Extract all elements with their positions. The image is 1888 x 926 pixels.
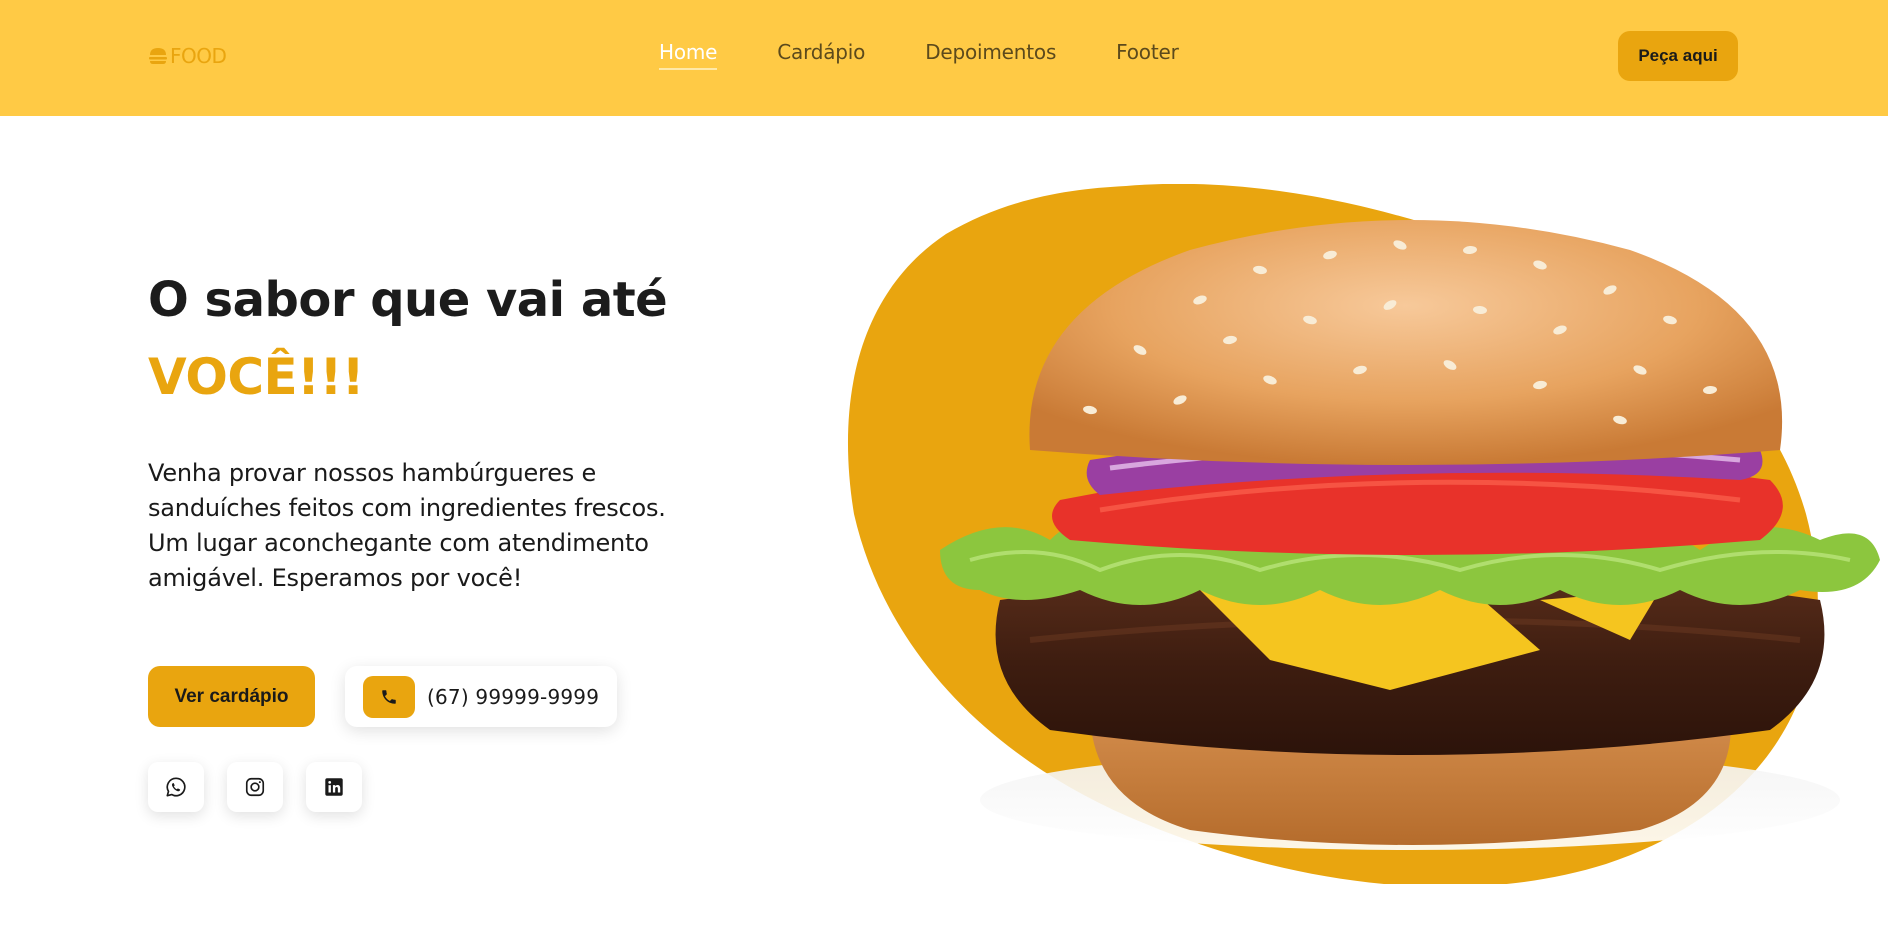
phone-number: (67) 99999-9999 bbox=[427, 684, 600, 709]
nav-cardapio[interactable]: Cardápio bbox=[777, 40, 865, 70]
main-nav: Home Cardápio Depoimentos Footer bbox=[659, 40, 1179, 70]
nav-home[interactable]: Home bbox=[659, 40, 718, 70]
nav-footer[interactable]: Footer bbox=[1116, 40, 1179, 70]
view-menu-button[interactable]: Ver cardápio bbox=[148, 666, 315, 727]
instagram-button[interactable] bbox=[227, 762, 283, 812]
phone-button[interactable]: (67) 99999-9999 bbox=[345, 666, 617, 727]
phone-icon bbox=[363, 675, 415, 718]
logo[interactable]: FOOD bbox=[148, 44, 227, 68]
burger-image bbox=[940, 220, 1880, 850]
whatsapp-icon bbox=[166, 777, 186, 797]
burger-icon bbox=[149, 48, 167, 64]
whatsapp-button[interactable] bbox=[148, 762, 204, 812]
site-header: FOOD Home Cardápio Depoimentos Footer Pe… bbox=[0, 0, 1888, 116]
linkedin-icon bbox=[325, 778, 343, 796]
hero-description: Venha provar nossos hambúrgueres e sandu… bbox=[148, 459, 666, 592]
hero-highlight: VOCÊ!!! bbox=[148, 348, 365, 406]
logo-text: FOOD bbox=[170, 44, 227, 68]
order-button[interactable]: Peça aqui bbox=[1618, 31, 1738, 81]
linkedin-button[interactable] bbox=[306, 762, 362, 812]
instagram-icon bbox=[245, 777, 265, 797]
hero-title: O sabor que vai até bbox=[148, 272, 668, 328]
nav-depoimentos[interactable]: Depoimentos bbox=[925, 40, 1056, 70]
